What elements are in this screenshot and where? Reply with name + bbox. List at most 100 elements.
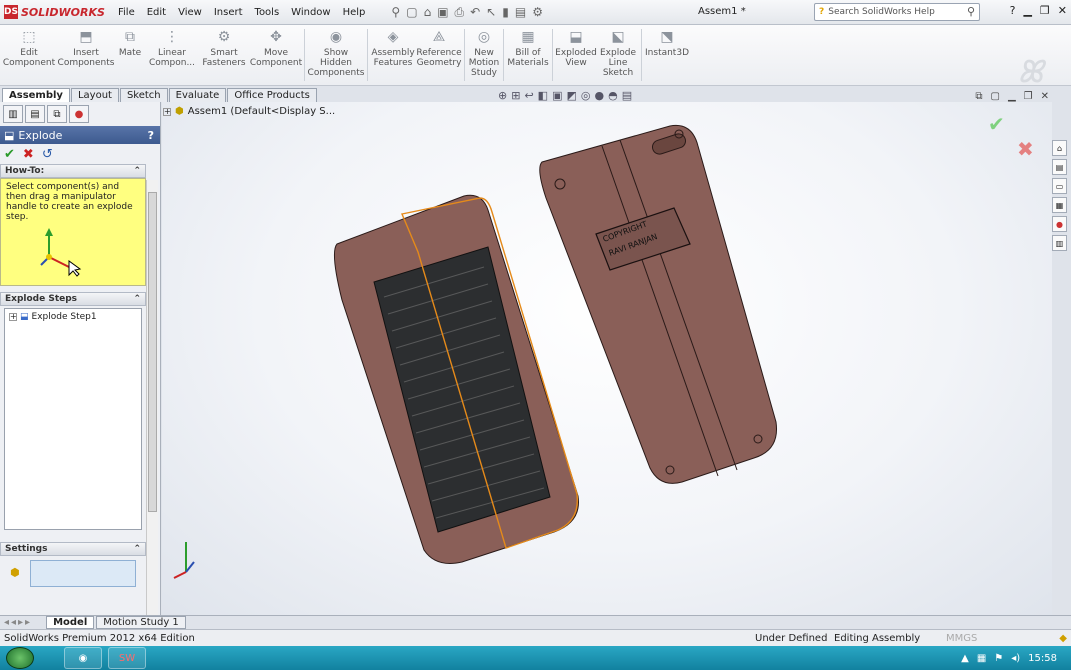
mate-button[interactable]: ⧉ Mate	[114, 25, 146, 85]
edit-appearance-icon[interactable]: ●	[594, 89, 604, 102]
list-item[interactable]: + ⬓ Explode Step1	[9, 312, 137, 322]
section-view-icon[interactable]: ◧	[538, 89, 548, 102]
help-icon[interactable]: ?	[148, 129, 154, 142]
instant3d-button[interactable]: ⬔ Instant3D	[644, 25, 690, 85]
print-icon[interactable]: ⎙	[455, 5, 465, 20]
edit-component-button[interactable]: ⬚ Edit Component	[0, 25, 58, 85]
search-help-input[interactable]: ? Search SolidWorks Help ⚲	[814, 3, 980, 21]
collapse-icon[interactable]: ⌃	[133, 294, 141, 304]
menu-tools[interactable]: Tools	[249, 7, 286, 18]
solidworks-logo[interactable]: DS SOLIDWORKS	[0, 5, 112, 19]
new-document-icon[interactable]: ▢	[406, 5, 417, 20]
undo-icon[interactable]: ↶	[470, 5, 480, 20]
view-palette-icon[interactable]: ▦	[1052, 197, 1067, 213]
property-manager-tab-icon[interactable]: ▤	[25, 105, 45, 123]
network-icon[interactable]: ▦	[977, 653, 986, 664]
menu-window[interactable]: Window	[285, 7, 336, 18]
tab-evaluate[interactable]: Evaluate	[168, 88, 227, 102]
new-motion-study-button[interactable]: ◎ New Motion Study	[467, 25, 501, 85]
bill-of-materials-button[interactable]: ▦ Bill of Materials	[506, 25, 550, 85]
previous-view-icon[interactable]: ↩	[524, 89, 533, 102]
ok-icon[interactable]: ✔	[4, 147, 15, 162]
tray-arrow-icon[interactable]: ▲	[961, 653, 969, 664]
options-icon[interactable]: ⚙	[532, 5, 543, 20]
volume-icon[interactable]: ◂)	[1011, 653, 1020, 664]
tab-motion-study-1[interactable]: Motion Study 1	[96, 616, 186, 629]
view-orientation-icon[interactable]: ▣	[552, 89, 562, 102]
solidworks-resources-icon[interactable]: ⌂	[1052, 140, 1067, 156]
display-style-icon[interactable]: ◩	[566, 89, 576, 102]
confirm-cancel-icon[interactable]: ✖	[1017, 137, 1034, 161]
custom-properties-icon[interactable]: ▥	[1052, 235, 1067, 251]
open-icon[interactable]: ⌂	[424, 5, 432, 20]
viewport-single-icon[interactable]: ▢	[990, 91, 999, 102]
zoom-to-area-icon[interactable]: ⊞	[511, 89, 520, 102]
menu-insert[interactable]: Insert	[208, 7, 249, 18]
tab-office-products[interactable]: Office Products	[227, 88, 317, 102]
start-button[interactable]	[6, 647, 34, 669]
reference-geometry-button[interactable]: ⟁ Reference Geometry	[416, 25, 462, 85]
viewport-close-icon[interactable]: ✕	[1041, 91, 1049, 102]
graphics-area[interactable]: COPYRIGHT RAVI RANJAN	[162, 102, 1052, 615]
solidworks-taskbar-icon[interactable]: SW	[108, 647, 146, 669]
feature-manager-tab-icon[interactable]: ▥	[3, 105, 23, 123]
rebuild-status-icon[interactable]: ◆	[1059, 633, 1067, 644]
magnifier-icon[interactable]: ⚲	[967, 5, 975, 18]
assembly-features-button[interactable]: ◈ Assembly Features	[370, 25, 416, 85]
move-component-button[interactable]: ✥ Move Component	[250, 25, 302, 85]
save-icon[interactable]: ▣	[437, 5, 448, 20]
howto-group-title[interactable]: How-To: ⌃	[0, 164, 146, 178]
file-properties-icon[interactable]: ▤	[515, 5, 526, 20]
undo-icon[interactable]: ↺	[42, 147, 53, 162]
cancel-icon[interactable]: ✖	[23, 147, 34, 162]
viewport-restore-icon[interactable]: ❐	[1024, 91, 1033, 102]
phone-front-body[interactable]	[333, 194, 579, 564]
zoom-to-fit-icon[interactable]: ⊕	[498, 89, 507, 102]
settings-group-title[interactable]: Settings ⌃	[0, 542, 146, 556]
view-settings-icon[interactable]: ▤	[622, 89, 632, 102]
assembly-model[interactable]: COPYRIGHT RAVI RANJAN	[162, 102, 1052, 615]
explode-steps-list[interactable]: + ⬓ Explode Step1	[4, 308, 142, 530]
explode-line-sketch-button[interactable]: ⬕ Explode Line Sketch	[597, 25, 639, 85]
hide-show-items-icon[interactable]: ◎	[581, 89, 591, 102]
units-status[interactable]: MMGS	[946, 633, 977, 644]
configuration-manager-tab-icon[interactable]: ⧉	[47, 105, 67, 123]
help-dropdown-icon[interactable]: ?	[1010, 4, 1016, 17]
linear-pattern-button[interactable]: ⋮ Linear Compon...	[146, 25, 198, 85]
menu-view[interactable]: View	[172, 7, 208, 18]
expand-icon[interactable]: +	[9, 313, 17, 321]
tab-model[interactable]: Model	[46, 616, 95, 629]
panel-scrollbar[interactable]	[146, 180, 158, 615]
file-explorer-icon[interactable]: ▭	[1052, 178, 1067, 194]
components-selection-box[interactable]	[30, 560, 136, 587]
scrollbar-thumb[interactable]	[148, 192, 157, 512]
phone-back-body[interactable]: COPYRIGHT RAVI RANJAN	[539, 124, 778, 484]
collapse-icon[interactable]: ⌃	[133, 544, 141, 554]
confirm-ok-icon[interactable]: ✔	[988, 112, 1005, 136]
display-manager-tab-icon[interactable]: ●	[69, 105, 89, 123]
tab-scroll-icon[interactable]: ◂◂▸▸	[4, 617, 32, 628]
security-icon[interactable]: ⚑	[994, 653, 1003, 664]
menu-file[interactable]: File	[112, 7, 141, 18]
tab-sketch[interactable]: Sketch	[119, 88, 168, 102]
tab-assembly[interactable]: Assembly	[2, 88, 70, 102]
select-icon[interactable]: ↖	[486, 5, 496, 20]
close-icon[interactable]: ✕	[1058, 4, 1067, 17]
menu-edit[interactable]: Edit	[141, 7, 172, 18]
apply-scene-icon[interactable]: ◓	[608, 89, 618, 102]
smart-fasteners-button[interactable]: ⚙ Smart Fasteners	[198, 25, 250, 85]
tab-layout[interactable]: Layout	[70, 88, 119, 102]
minimize-icon[interactable]: ▁	[1023, 4, 1031, 17]
chrome-taskbar-icon[interactable]: ◉	[64, 647, 102, 669]
rebuild-icon[interactable]: ▮	[502, 5, 509, 20]
show-hidden-components-button[interactable]: ◉ Show Hidden Components	[307, 25, 365, 85]
explode-steps-group-title[interactable]: Explode Steps ⌃	[0, 292, 146, 306]
pin-icon[interactable]: ⚲	[391, 5, 400, 20]
insert-components-button[interactable]: ⬒ Insert Components	[58, 25, 115, 85]
restore-icon[interactable]: ❐	[1040, 4, 1050, 17]
design-library-icon[interactable]: ▤	[1052, 159, 1067, 175]
expand-icon[interactable]: +	[163, 107, 171, 116]
menu-help[interactable]: Help	[337, 7, 372, 18]
exploded-view-button[interactable]: ⬓ Exploded View	[555, 25, 597, 85]
viewport-split-icon[interactable]: ⧉	[975, 91, 982, 102]
